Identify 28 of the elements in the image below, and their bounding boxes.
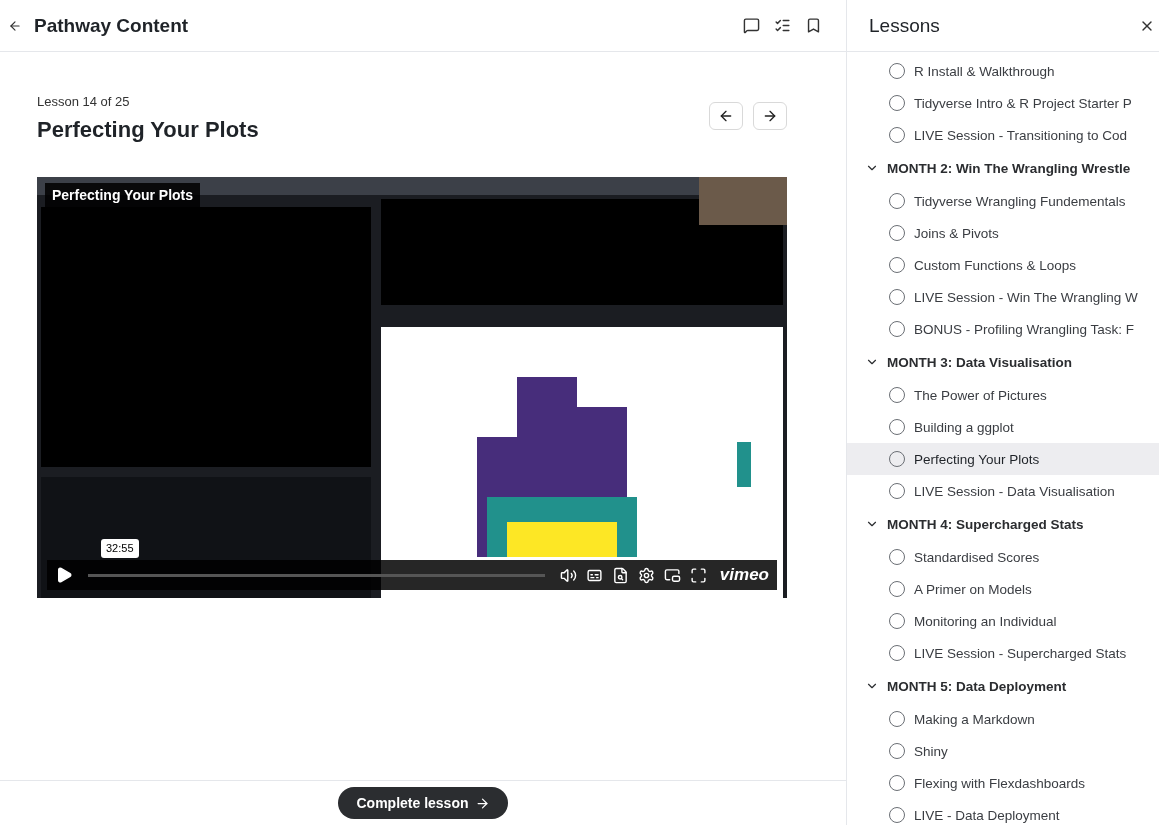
video-title: Perfecting Your Plots [45, 183, 201, 207]
play-icon[interactable] [55, 566, 73, 584]
module-header[interactable]: MONTH 5: Data Deployment [847, 669, 1159, 703]
arrow-right-icon [474, 795, 490, 811]
video-player[interactable]: Perfecting Your Plots 32:55 vimeo [37, 177, 787, 598]
bookmark-icon[interactable] [805, 17, 822, 34]
panel-title: Lessons [869, 14, 940, 37]
module-header[interactable]: MONTH 2: Win The Wrangling Wrestle [847, 151, 1159, 185]
lesson-item[interactable]: Perfecting Your Plots [847, 443, 1159, 475]
time-tooltip: 32:55 [101, 539, 139, 558]
next-button[interactable] [753, 102, 787, 130]
back-button[interactable] [8, 18, 22, 33]
volume-icon[interactable] [559, 566, 577, 584]
lesson-counter: Lesson 14 of 25 [37, 94, 131, 109]
module-header[interactable]: MONTH 3: Data Visualisation [847, 345, 1159, 379]
page-title: Pathway Content [34, 14, 190, 37]
picture-in-picture-icon[interactable] [663, 566, 681, 584]
lesson-title: Perfecting Your Plots [37, 117, 259, 143]
settings-icon[interactable] [637, 566, 655, 584]
checklist-icon[interactable] [774, 17, 791, 34]
module-header[interactable]: MONTH 4: Supercharged Stats [847, 507, 1159, 541]
complete-lesson-button[interactable]: Complete lesson [338, 787, 508, 819]
progress-track[interactable] [88, 573, 545, 577]
transcript-icon[interactable] [611, 566, 629, 584]
vimeo-logo[interactable]: vimeo [719, 565, 769, 585]
comment-icon[interactable] [743, 17, 760, 34]
fullscreen-icon[interactable] [689, 566, 707, 584]
previous-button[interactable] [709, 102, 743, 130]
